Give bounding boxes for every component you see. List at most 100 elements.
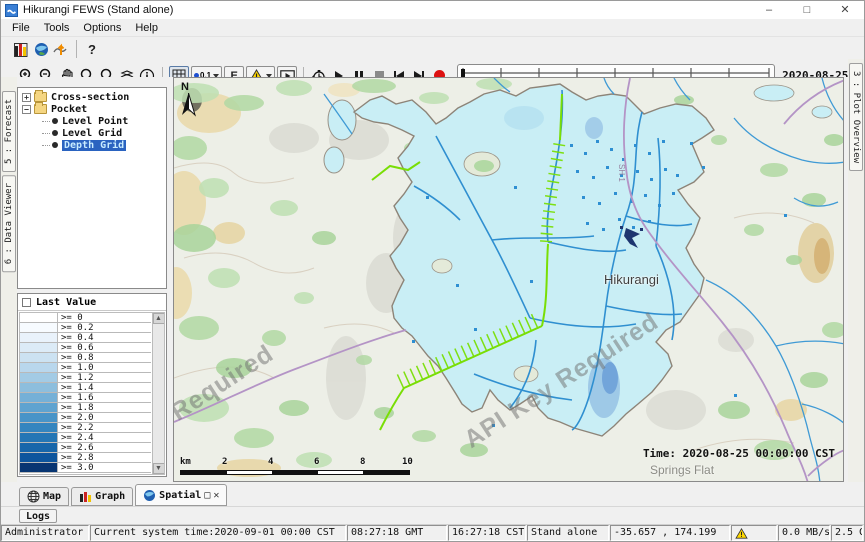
legend-color-swatch [20, 433, 58, 442]
scale-bar: km 2 4 6 8 10 [180, 457, 416, 475]
folder-icon [34, 92, 47, 102]
logs-button[interactable]: Logs [19, 509, 57, 523]
status-warning[interactable] [731, 525, 777, 541]
scale-tick: 10 [402, 457, 413, 467]
legend-color-swatch [20, 403, 58, 412]
north-arrow: N [181, 81, 196, 122]
legend-row: >= 1.0 [20, 363, 151, 373]
scale-unit: km [180, 457, 191, 467]
maximize-button[interactable]: □ [788, 1, 826, 19]
toolbar-separator [76, 40, 77, 58]
menu-options[interactable]: Options [76, 19, 128, 37]
legend-color-swatch [20, 373, 58, 382]
tree-item-label: Level Grid [62, 128, 122, 139]
app-icon [5, 4, 18, 17]
globe-icon [143, 489, 156, 502]
tab-graph[interactable]: Graph [71, 487, 133, 506]
filters-panel: + Cross-section − Pocket Level Point Lev… [17, 87, 167, 477]
scale-tick: 2 [222, 457, 227, 467]
tab-spatial[interactable]: Spatial □ ✕ [135, 484, 227, 506]
help-button[interactable]: ? [82, 39, 102, 59]
memory-label: 2.5 GB [835, 527, 863, 538]
tab-plot-overview[interactable]: 3 : Plot Overview [849, 63, 863, 171]
tab-forecast[interactable]: 5 : Forecast [2, 91, 16, 172]
tree-item-level-grid[interactable]: Level Grid [20, 127, 164, 139]
legend-row-label: >= 2.8 [58, 453, 94, 462]
legend-color-swatch [20, 333, 58, 342]
status-network-rate: 0.0 MB/s [778, 525, 830, 541]
scale-tick: 6 [314, 457, 319, 467]
detach-tab-icon[interactable]: □ [204, 490, 210, 501]
tree-item-level-point[interactable]: Level Point [20, 115, 164, 127]
tree-item-label: Pocket [51, 104, 87, 115]
legend-scrollbar[interactable]: ▲ ▼ [152, 313, 164, 474]
tree-item-depth-grid[interactable]: Depth Grid [20, 139, 164, 151]
main-toolbar: ? [1, 37, 864, 61]
legend-row-label: >= 2.4 [58, 433, 94, 442]
map-viewport[interactable]: N API Key Required API Key Required Hiku… [173, 77, 844, 482]
legend-row: >= 1.2 [20, 373, 151, 383]
tree-item-label: Cross-section [51, 92, 129, 103]
map-time-label: Time: 2020-08-25 00:00:00 CST [643, 447, 835, 460]
status-coordinates: -35.657 , 174.199 [610, 525, 730, 541]
legend-row-label: >= 2.0 [58, 413, 94, 422]
legend-row: >= 1.4 [20, 383, 151, 393]
wire-globe-icon [27, 490, 40, 503]
title-bar: Hikurangi FEWS (Stand alone) – □ ✕ [1, 1, 864, 19]
legend-row: >= 2.2 [20, 423, 151, 433]
spatial-display-icon[interactable] [31, 39, 51, 59]
legend-color-swatch [20, 423, 58, 432]
database-display-icon[interactable] [11, 39, 31, 59]
tree-item-pocket[interactable]: − Pocket [20, 103, 164, 115]
tree-item-label: Level Point [62, 116, 128, 127]
close-tab-icon[interactable]: ✕ [213, 490, 219, 501]
legend-color-swatch [20, 443, 58, 452]
tab-label: Graph [95, 491, 125, 502]
tab-data-viewer[interactable]: 6 : Data Viewer [2, 175, 16, 272]
status-bar: Administrator Current system time:2020-0… [1, 524, 864, 541]
legend-color-swatch [20, 383, 58, 392]
timeseries-display-icon[interactable] [51, 39, 71, 59]
legend-row: >= 1.6 [20, 393, 151, 403]
tab-map[interactable]: Map [19, 487, 69, 506]
legend-row-label: >= 3.0 [58, 463, 94, 472]
legend-row: >= 1.8 [20, 403, 151, 413]
legend-color-swatch [20, 353, 58, 362]
legend-row: >= 2.0 [20, 413, 151, 423]
main-area: 5 : Forecast 6 : Data Viewer 3 : Plot Ov… [1, 77, 864, 482]
logs-row: Logs [1, 506, 864, 524]
status-memory: 2.5 GB [831, 525, 863, 541]
collapse-icon: − [22, 105, 31, 114]
legend-row-label: >= 0.8 [58, 353, 94, 362]
north-label: N [181, 81, 196, 93]
status-mode: Stand alone [527, 525, 609, 541]
expand-icon: + [22, 93, 31, 102]
menu-file[interactable]: File [5, 19, 37, 37]
status-system-time: Current system time:2020-09-01 00:00 CST [90, 525, 346, 541]
close-button[interactable]: ✕ [826, 1, 864, 19]
legend-color-swatch [20, 323, 58, 332]
legend-color-swatch [20, 413, 58, 422]
node-bullet-icon [52, 142, 58, 148]
legend-color-swatch [20, 393, 58, 402]
status-user: Administrator [1, 525, 89, 541]
legend-row-label: >= 0.2 [58, 323, 94, 332]
tab-label: Map [43, 491, 61, 502]
filters-tree: + Cross-section − Pocket Level Point Lev… [17, 87, 167, 289]
scroll-down-icon: ▼ [153, 463, 165, 474]
place-label: Springs Flat [650, 463, 714, 477]
minimize-button[interactable]: – [750, 1, 788, 19]
town-label: Hikurangi [604, 272, 659, 287]
last-value-checkbox[interactable] [22, 298, 31, 307]
legend-color-swatch [20, 343, 58, 352]
legend-row: >= 0.6 [20, 343, 151, 353]
legend-list[interactable]: >= 0 >= 0.2 >= 0.4 [19, 312, 165, 475]
legend-row-label: >= 0 [58, 313, 83, 322]
legend-row: >= 3.0 [20, 463, 151, 473]
menu-help[interactable]: Help [128, 19, 165, 37]
left-tab-strip: 5 : Forecast 6 : Data Viewer [1, 77, 17, 482]
menu-tools[interactable]: Tools [37, 19, 77, 37]
bottom-tab-bar: Map Graph Spatial □ ✕ [1, 482, 864, 506]
legend-row: >= 2.6 [20, 443, 151, 453]
node-bullet-icon [52, 130, 58, 136]
